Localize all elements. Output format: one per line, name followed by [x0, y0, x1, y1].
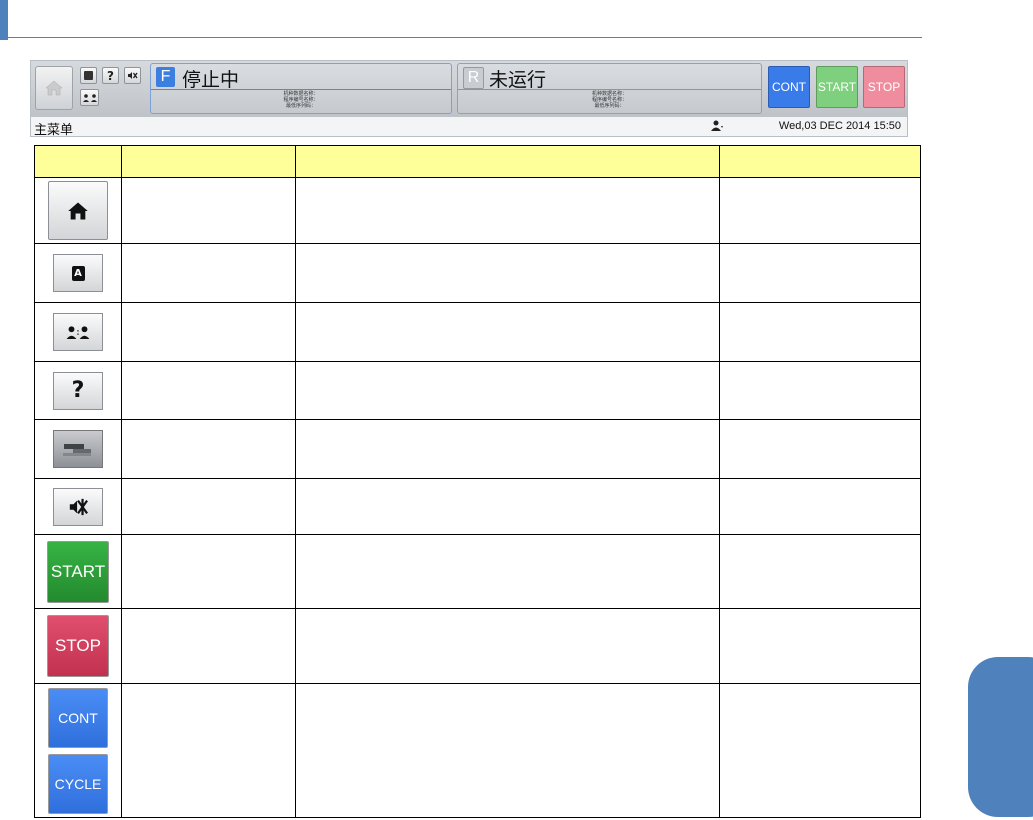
start-button-sample: START — [47, 540, 109, 603]
mute-button-sample — [53, 487, 103, 526]
rear-status-text: 未运行 — [489, 69, 547, 91]
header-accent-bar — [0, 0, 8, 40]
mute-icon — [69, 498, 88, 515]
font-a-icon — [84, 71, 93, 80]
user-switch-button[interactable] — [80, 89, 99, 106]
header-cell — [719, 145, 921, 178]
table-row: STOP — [34, 608, 921, 684]
user-switch-icon — [82, 93, 97, 102]
icon-table: A ? START STOP CONT CYCLE — [34, 145, 921, 818]
cycle-button-sample: CYCLE — [48, 753, 108, 814]
stop-button-sample: STOP — [47, 615, 109, 677]
icon-cell: START — [34, 534, 122, 609]
front-badge: F — [156, 67, 175, 87]
blurred-icon — [63, 444, 91, 456]
front-status-text: 停止中 — [182, 69, 240, 91]
font-a-icon: A — [71, 265, 85, 281]
icon-cell — [34, 478, 122, 535]
font-a-button-sample: A — [53, 254, 103, 292]
table-row: A — [34, 243, 921, 303]
hmi-toolbar: ? F 停止中 机种数据名称： 程序编号名称： 最低序列码： R 未运行 机种数… — [31, 61, 907, 117]
home-icon — [45, 80, 63, 96]
home-icon — [68, 201, 88, 220]
icon-cell: CONT CYCLE — [34, 683, 122, 818]
icon-cell: ? — [34, 361, 122, 420]
front-info: 机种数据名称： 程序编号名称： 最低序列码： — [283, 91, 319, 109]
screen-title: 主菜单 — [34, 123, 74, 138]
chapter-tab — [968, 657, 1033, 817]
icon-cell: A — [34, 243, 122, 303]
help-button[interactable]: ? — [102, 67, 119, 84]
help-icon: ? — [71, 378, 85, 403]
cont-button[interactable]: CONT — [768, 66, 810, 108]
home-button[interactable] — [35, 66, 73, 110]
table-row — [34, 419, 921, 479]
blurred-button-sample — [53, 430, 103, 468]
font-a-button[interactable] — [80, 67, 97, 84]
rear-info: 机种数据名称： 程序编号名称： 最低序列码： — [591, 91, 627, 109]
table-row — [34, 302, 921, 362]
start-button[interactable]: START — [816, 66, 858, 108]
help-icon: ? — [107, 68, 114, 83]
user-icon — [711, 120, 723, 131]
mute-button[interactable] — [124, 67, 141, 84]
help-button-sample: ? — [53, 371, 103, 410]
header-cell — [121, 145, 296, 178]
header-cell — [34, 145, 122, 178]
icon-cell — [34, 419, 122, 479]
icon-cell — [34, 302, 122, 362]
table-row: CONT CYCLE — [34, 683, 921, 818]
table-row — [34, 177, 921, 244]
table-row: ? — [34, 361, 921, 420]
home-button-sample — [48, 181, 108, 240]
table-row: START — [34, 534, 921, 609]
table-header-row — [34, 145, 921, 178]
cont-button-sample: CONT — [48, 687, 108, 748]
hmi-screen: ? F 停止中 机种数据名称： 程序编号名称： 最低序列码： R 未运行 机种数… — [30, 60, 908, 138]
user-switch-icon — [66, 325, 90, 339]
header-rule — [8, 37, 922, 38]
front-status-panel: F 停止中 机种数据名称： 程序编号名称： 最低序列码： — [150, 63, 452, 114]
stop-button[interactable]: STOP — [863, 66, 905, 108]
rear-badge: R — [463, 67, 484, 89]
rear-divider — [458, 89, 761, 90]
datetime: Wed,03 DEC 2014 15:50 — [778, 120, 901, 132]
front-divider — [151, 89, 451, 90]
header-cell — [295, 145, 720, 178]
icon-cell — [34, 177, 122, 244]
table-row — [34, 478, 921, 535]
icon-cell: STOP — [34, 608, 122, 684]
mute-icon — [128, 72, 138, 79]
user-switch-button-sample — [53, 313, 103, 351]
rear-status-panel: R 未运行 机种数据名称： 程序编号名称： 最低序列码： — [457, 63, 762, 114]
